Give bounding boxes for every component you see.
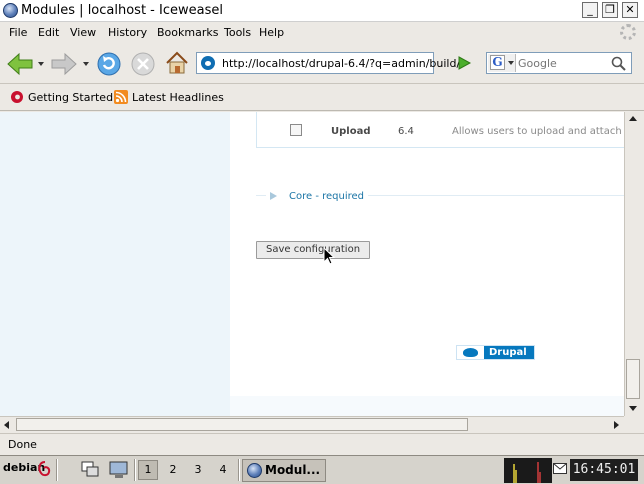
home-icon[interactable]	[164, 50, 190, 76]
task-label: Modul...	[265, 463, 321, 477]
status-text: Done	[8, 438, 37, 451]
window-title: Modules | localhost - Iceweasel	[21, 3, 223, 18]
bookmark-getting-started[interactable]: Getting Started	[28, 91, 113, 104]
desktop-1-button[interactable]: 1	[138, 460, 158, 480]
menu-bar: File Edit View History Bookmarks Tools H…	[0, 22, 644, 43]
desktop-4-button[interactable]: 4	[213, 460, 233, 480]
scroll-left-icon[interactable]	[4, 421, 9, 429]
rss-icon	[114, 90, 128, 104]
mouse-cursor-icon	[323, 247, 335, 265]
iceweasel-app-icon	[3, 3, 18, 18]
bookmark-latest-headlines[interactable]: Latest Headlines	[132, 91, 224, 104]
go-icon[interactable]	[454, 54, 474, 72]
menu-help[interactable]: Help	[259, 26, 284, 39]
mail-icon[interactable]	[553, 463, 567, 475]
url-bar[interactable]: http://localhost/drupal-6.4/?q=admin/bui…	[196, 52, 460, 74]
desktop-3-button[interactable]: 3	[188, 460, 208, 480]
iceweasel-task-icon	[247, 463, 262, 478]
drupal-logo-text: Drupal	[489, 347, 527, 358]
scroll-up-icon[interactable]	[629, 116, 637, 121]
throbber-icon	[620, 24, 636, 40]
taskbar-separator-2	[134, 459, 136, 481]
close-button[interactable]: ✕	[622, 2, 638, 18]
status-bar: Done	[0, 433, 644, 454]
scrollbar-corner	[624, 416, 640, 432]
minimize-button[interactable]: _	[582, 2, 598, 18]
search-input[interactable]	[518, 55, 606, 71]
taskbar-window-iceweasel[interactable]: Modul...	[242, 459, 326, 482]
taskbar-separator-3	[238, 459, 240, 481]
page-content	[0, 112, 624, 416]
url-text[interactable]: http://localhost/drupal-6.4/?q=admin/bui…	[222, 57, 460, 70]
collapsed-triangle-icon	[270, 192, 277, 200]
search-engine-selector[interactable]: G	[488, 54, 516, 72]
module-version: 6.4	[398, 126, 414, 137]
back-icon[interactable]	[6, 52, 34, 76]
debian-logo-icon[interactable]	[36, 460, 52, 480]
module-name: Upload	[331, 126, 371, 137]
window-titlebar: Modules | localhost - Iceweasel _ ❐ ✕	[0, 0, 644, 22]
desktop-2-button[interactable]: 2	[163, 460, 183, 480]
search-bar: G	[486, 52, 632, 74]
debian-swirl-icon	[11, 91, 23, 103]
drupal-favicon-icon	[201, 56, 215, 70]
page-sidebar	[0, 112, 230, 396]
search-icon[interactable]	[610, 55, 628, 71]
taskbar: debian 1 2 3 4 Modul... 16:45:01	[0, 455, 644, 484]
system-monitor-icon	[504, 458, 552, 483]
module-enable-checkbox[interactable]	[290, 124, 302, 136]
drupal-drop-icon	[457, 346, 484, 359]
window-list-icon[interactable]	[80, 460, 102, 480]
menu-view[interactable]: View	[70, 26, 96, 39]
google-engine-icon: G	[490, 55, 505, 70]
taskbar-clock[interactable]: 16:45:01	[570, 459, 638, 481]
page-bottom-strip	[0, 396, 624, 416]
fieldset-legend-link[interactable]: Core - required	[289, 191, 364, 202]
menu-history[interactable]: History	[108, 26, 147, 39]
menu-bookmarks[interactable]: Bookmarks	[157, 26, 218, 39]
taskbar-separator	[56, 459, 58, 481]
vertical-scrollbar[interactable]	[624, 112, 640, 416]
fieldset-core-required[interactable]: Core - required	[266, 189, 369, 202]
forward-icon[interactable]	[50, 52, 78, 76]
scroll-down-icon[interactable]	[629, 406, 637, 411]
save-configuration-button[interactable]: Save configuration	[256, 241, 370, 259]
menu-edit[interactable]: Edit	[38, 26, 59, 39]
forward-history-dropdown-icon[interactable]	[83, 62, 89, 66]
horizontal-scrollbar[interactable]	[0, 416, 624, 432]
drupal-logo[interactable]: Drupal	[456, 345, 535, 360]
vertical-scroll-thumb[interactable]	[626, 359, 640, 399]
menu-tools[interactable]: Tools	[224, 26, 251, 39]
module-description: Allows users to upload and attach f	[452, 126, 624, 137]
back-history-dropdown-icon[interactable]	[38, 62, 44, 66]
horizontal-scroll-thumb[interactable]	[16, 418, 468, 431]
scroll-right-icon[interactable]	[614, 421, 619, 429]
maximize-button[interactable]: ❐	[602, 2, 618, 18]
show-desktop-icon[interactable]	[108, 460, 130, 480]
menu-file[interactable]: File	[9, 26, 27, 39]
engine-dropdown-icon[interactable]	[508, 61, 514, 65]
bookmarks-toolbar: Getting Started Latest Headlines	[0, 85, 644, 111]
reload-icon[interactable]	[96, 51, 122, 77]
stop-icon[interactable]	[130, 51, 156, 77]
